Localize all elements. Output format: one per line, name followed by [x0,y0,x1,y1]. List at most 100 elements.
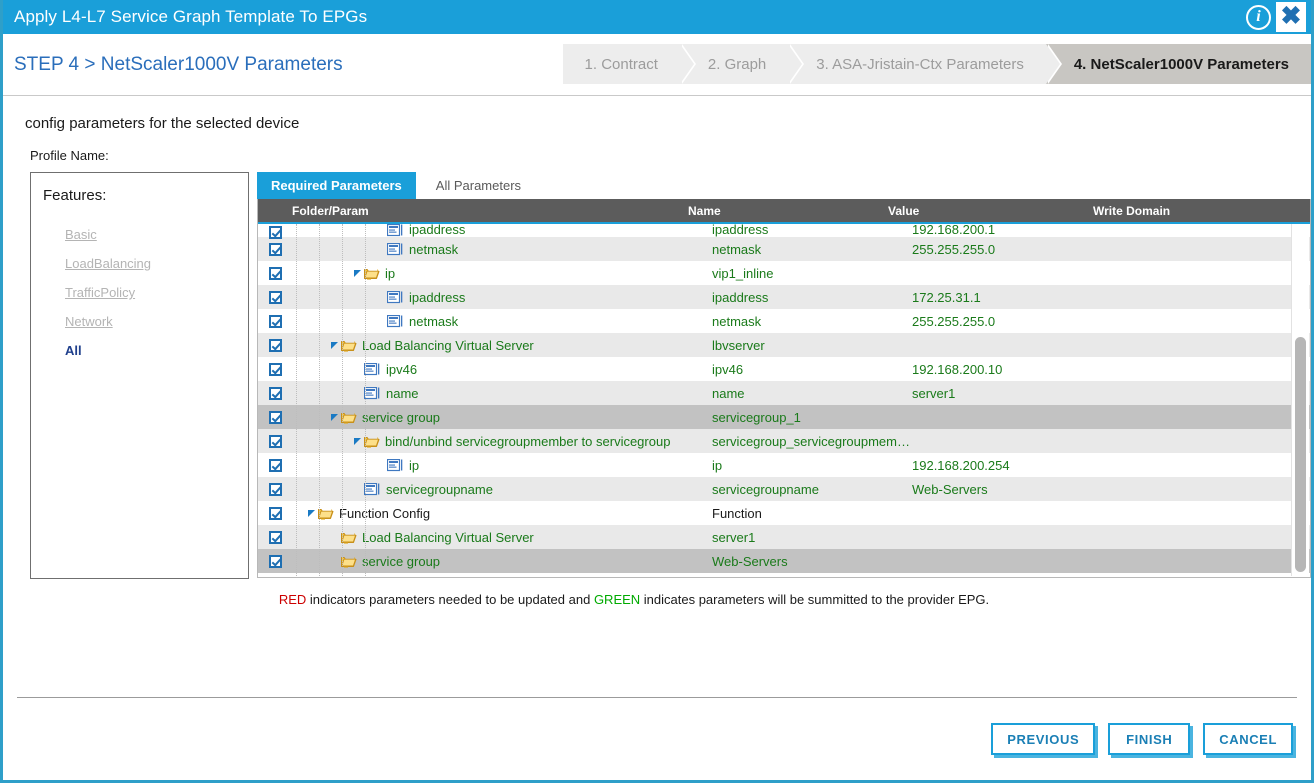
cell-folder-param: service group [282,405,712,429]
feature-item-basic[interactable]: Basic [65,220,97,249]
table-scrollbar[interactable] [1291,224,1309,576]
row-checkbox[interactable] [269,291,282,304]
table-row[interactable]: ipaddressipaddress172.25.31.1 [258,285,1310,309]
cell-folder-param: name [282,381,712,405]
expander-triangle-icon[interactable] [354,270,361,277]
table-row[interactable]: namenameserver1 [258,381,1310,405]
table-row[interactable]: bind/unbind servicegroupmember to servic… [258,429,1310,453]
cell-value: 255.255.255.0 [912,314,1112,329]
tree-guide-line [342,224,344,576]
cell-folder-param: Load Balancing Virtual Server [282,525,712,549]
expander-triangle-icon[interactable] [354,438,361,445]
breadcrumb-step-4[interactable]: 4. NetScaler1000V Parameters [1046,44,1311,84]
info-icon[interactable]: i [1246,5,1271,30]
cell-value: 192.168.200.254 [912,458,1112,473]
cell-value: server1 [912,386,1112,401]
cell-name: server1 [712,530,912,545]
expander-triangle-icon[interactable] [331,414,338,421]
breadcrumb-step-1[interactable]: 1. Contract [563,44,680,84]
dialog-body: config parameters for the selected devic… [3,96,1311,697]
row-checkbox[interactable] [269,459,282,472]
legend-end-text: indicates parameters will be summitted t… [640,592,989,607]
table-row[interactable]: service groupservicegroup_1 [258,405,1310,429]
param-icon [387,315,403,328]
breadcrumb-step-3[interactable]: 3. ASA-Jristain-Ctx Parameters [788,44,1046,84]
cell-folder-param: servicegroupname [282,477,712,501]
close-button[interactable]: ✖ [1276,2,1306,32]
row-label: Load Balancing Virtual Server [362,530,534,545]
features-list: Basic LoadBalancing TrafficPolicy Networ… [31,204,248,365]
cell-value: 172.25.31.1 [912,290,1112,305]
cell-value: 192.168.200.1 [912,224,1112,237]
table-row[interactable]: servicegroupnameservicegroupnameWeb-Serv… [258,477,1310,501]
row-checkbox[interactable] [269,531,282,544]
cell-name: ipaddress [712,224,912,237]
tree-indent [282,333,331,357]
cell-value: Web-Servers [912,482,1112,497]
row-checkbox[interactable] [269,267,282,280]
row-label: ip [385,266,395,281]
column-header-write-domain: Write Domain [1088,204,1310,218]
row-label: bind/unbind servicegroupmember to servic… [385,434,670,449]
expander-triangle-icon[interactable] [308,510,315,517]
cell-folder-param: Function Config [282,501,712,525]
tree-guide-line [365,224,367,576]
table-row[interactable]: ip vip1_inline [258,261,1310,285]
row-label: ipaddress [409,224,465,237]
previous-button[interactable]: PREVIOUS [991,723,1095,755]
breadcrumb-step-2[interactable]: 2. Graph [680,44,788,84]
tree-indent [282,549,331,573]
finish-button[interactable]: FINISH [1108,723,1190,755]
features-panel: Features: Basic LoadBalancing TrafficPol… [30,172,249,579]
tab-all-parameters[interactable]: All Parameters [416,172,535,199]
row-label: service group [362,410,440,425]
row-label: servicegroupname [386,482,493,497]
row-label: ipaddress [409,290,465,305]
row-checkbox[interactable] [269,243,282,256]
cell-name: vip1_inline [712,266,912,281]
row-checkbox[interactable] [269,387,282,400]
dialog-footer: PREVIOUS FINISH CANCEL [17,697,1297,780]
cell-folder-param: ip [282,453,712,477]
cell-folder-param: bind/unbind servicegroupmember to servic… [282,429,712,453]
cell-name: netmask [712,314,912,329]
table-row[interactable]: Load Balancing Virtual Serverlbvserver [258,333,1310,357]
row-checkbox[interactable] [269,483,282,496]
row-checkbox[interactable] [269,226,282,239]
cell-name: netmask [712,242,912,257]
cell-name: name [712,386,912,401]
row-checkbox[interactable] [269,363,282,376]
table-row[interactable]: Load Balancing Virtual Server server1 [258,525,1310,549]
table-row[interactable]: service groupWeb-Servers [258,549,1310,573]
breadcrumb: 1. Contract 2. Graph 3. ASA-Jristain-Ctx… [563,44,1311,84]
row-checkbox[interactable] [269,411,282,424]
step-header: STEP 4 > NetScaler1000V Parameters 1. Co… [3,34,1311,96]
row-checkbox[interactable] [269,435,282,448]
close-icon: ✖ [1281,4,1302,29]
feature-item-trafficpolicy[interactable]: TrafficPolicy [65,278,135,307]
table-row[interactable]: netmasknetmask255.255.255.0 [258,237,1310,261]
table-row[interactable]: ipip192.168.200.254 [258,453,1310,477]
feature-item-network[interactable]: Network [65,307,113,336]
table-row[interactable]: Function ConfigFunction [258,501,1310,525]
row-checkbox[interactable] [269,555,282,568]
cell-name: ipaddress [712,290,912,305]
cell-name: lbvserver [712,338,912,353]
cancel-button[interactable]: CANCEL [1203,723,1293,755]
feature-item-all[interactable]: All [65,336,82,365]
expander-triangle-icon[interactable] [331,342,338,349]
table-row[interactable]: ipv46ipv46192.168.200.10 [258,357,1310,381]
scrollbar-thumb[interactable] [1295,337,1306,572]
tab-required-parameters[interactable]: Required Parameters [257,172,416,199]
column-header-folder-param: Folder/Param [258,204,688,218]
cell-name: Web-Servers [712,554,912,569]
feature-item-loadbalancing[interactable]: LoadBalancing [65,249,151,278]
row-label: netmask [409,242,458,257]
table-row[interactable]: netmasknetmask255.255.255.0 [258,309,1310,333]
cell-folder-param: ipaddress [282,285,712,309]
row-checkbox[interactable] [269,315,282,328]
titlebar-actions: i ✖ [1246,0,1309,34]
table-row[interactable]: ipaddressipaddress192.168.200.1 [258,224,1310,237]
row-checkbox[interactable] [269,339,282,352]
row-checkbox[interactable] [269,507,282,520]
